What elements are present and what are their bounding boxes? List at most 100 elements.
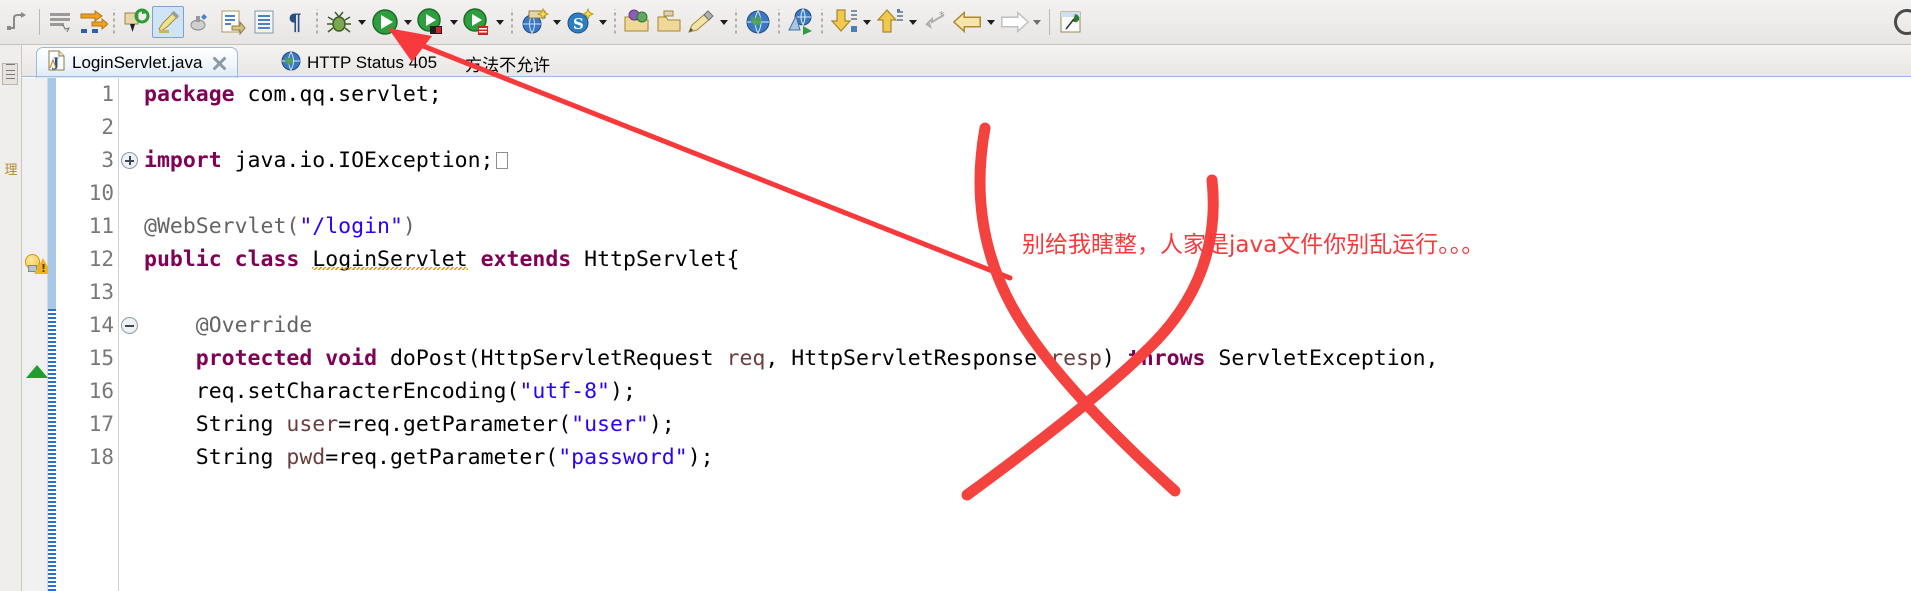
build-icon[interactable] [184,6,216,38]
toolbar-grip [111,9,118,35]
folding-ruler[interactable] [118,78,140,591]
change-ruler [48,78,56,591]
stmt-getparameter: =req.getParameter( [338,412,572,437]
run-server-icon[interactable] [461,6,493,38]
toolbar-grip [819,9,826,35]
string-password: "password" [558,445,688,470]
open-type-icon[interactable] [248,6,280,38]
next-annotation-icon[interactable] [77,6,109,38]
keyword-import: import [144,148,222,173]
tab-label: HTTP Status 405 [307,53,438,72]
server-dropdown-arrow[interactable] [493,6,507,38]
line-number: 12 [88,247,114,271]
override-indicator-icon[interactable] [26,365,48,378]
edit-pencil-icon[interactable] [685,6,717,38]
package-name: com.qq.servlet; [234,82,442,107]
run-icon[interactable] [369,6,401,38]
superclass-httpservlet: HttpServlet{ [571,247,740,272]
search-icon[interactable] [1894,9,1911,35]
run-dropdown-arrow[interactable] [401,6,415,38]
code-line-1: package com.qq.servlet; [144,78,1911,111]
import-dropdown-arrow[interactable] [860,6,874,38]
stmt-string-decl: String [144,412,287,437]
edit-dropdown-arrow[interactable] [717,6,731,38]
stmt-setcharacterencoding: req.setCharacterEncoding( [144,379,520,404]
package-explorer-icon[interactable] [2,63,18,85]
line-number-ruler: 1 2 3 10 11 12 13 14 15 16 17 18 [56,78,118,474]
tab-http-status-405[interactable]: HTTP Status 405 方法不允许 [270,47,561,78]
collapsed-imports-box[interactable] [495,152,508,169]
tab-loginservlet-java[interactable]: J LoginServlet.java [36,47,239,78]
keyword-extends: extends [480,247,572,272]
debug-icon[interactable] [323,6,355,38]
fold-expand-icon[interactable] [121,152,138,169]
open-perspective-icon[interactable] [621,6,653,38]
annotation-ruler[interactable] [22,78,52,591]
refresh-icon[interactable] [120,6,152,38]
line-number: 18 [88,445,114,469]
var-user: user [286,412,339,437]
tab-underline [22,76,1911,77]
open-web-browser-icon[interactable] [742,6,774,38]
var-pwd: pwd [286,445,326,470]
open-folder-icon[interactable] [653,6,685,38]
code-line-3: import java.io.IOException; [144,144,1911,177]
annotation-webservlet: @WebServlet( [144,214,300,239]
web-project-dropdown-arrow[interactable] [550,6,564,38]
code-text[interactable]: package com.qq.servlet; import java.io.I… [144,78,1911,474]
run-external-tools-icon[interactable] [415,6,447,38]
pin-editor-icon[interactable] [1055,6,1087,38]
svg-text:¶: ¶ [288,10,302,35]
toolbar-separator [1049,9,1050,35]
line-number: 10 [88,181,114,205]
open-task-icon[interactable] [45,6,77,38]
new-spring-icon[interactable]: S [564,6,596,38]
line-number: 2 [101,115,114,139]
new-java-file-icon[interactable] [216,6,248,38]
keyword-protected: protected [195,346,313,371]
import-icon[interactable] [828,6,860,38]
keyword-package: package [144,82,235,107]
export-dropdown-arrow[interactable] [906,6,920,38]
source-code-viewport[interactable]: 1 2 3 10 11 12 13 14 15 16 17 18 [22,78,1911,591]
line-number: 3 [101,148,114,172]
close-icon[interactable] [212,56,227,71]
import-name: java.io.IOException; [221,148,494,173]
export-icon[interactable] [874,6,906,38]
toolbar-separator [39,9,40,35]
editor-area: J LoginServlet.java HTTP Status 405 方法不允 [22,45,1911,591]
editor-tab-strip: J LoginServlet.java HTTP Status 405 方法不允 [22,45,1911,78]
stmt-string-decl: String [144,445,287,470]
skip-all-breakpoints-icon[interactable] [2,6,34,38]
method-signature-part1: doPost(HttpServletRequest [377,346,727,371]
back-dropdown-arrow[interactable] [984,6,998,38]
toolbar-right-edge [1889,0,1911,45]
undo-last-icon[interactable]: * [920,6,952,38]
pilcrow-icon[interactable]: ¶ [280,6,312,38]
keyword-class: class [234,247,300,272]
fold-collapse-icon[interactable] [121,317,138,334]
back-icon[interactable] [952,6,984,38]
highlight-marker-icon[interactable] [152,6,184,38]
line-number: 14 [88,313,114,337]
annotation-override: @Override [195,313,313,338]
line-number: 1 [101,82,114,106]
new-web-project-icon[interactable] [518,6,550,38]
class-name-loginservlet: LoginServlet [312,247,468,272]
debug-dropdown-arrow[interactable] [355,6,369,38]
publish-icon[interactable] [785,6,817,38]
method-signature-part3: ) [1101,346,1128,371]
line-number: 16 [88,379,114,403]
param-req: req [726,346,766,371]
code-line-17: String user=req.getParameter("user"); [144,408,1911,441]
left-fast-view-bar: 理 [0,45,22,591]
forward-dropdown-arrow[interactable] [1030,6,1044,38]
string-user: "user" [571,412,649,437]
spring-dropdown-arrow[interactable] [596,6,610,38]
external-tools-dropdown-arrow[interactable] [447,6,461,38]
forward-icon[interactable] [998,6,1030,38]
svg-text:*: * [939,9,945,22]
